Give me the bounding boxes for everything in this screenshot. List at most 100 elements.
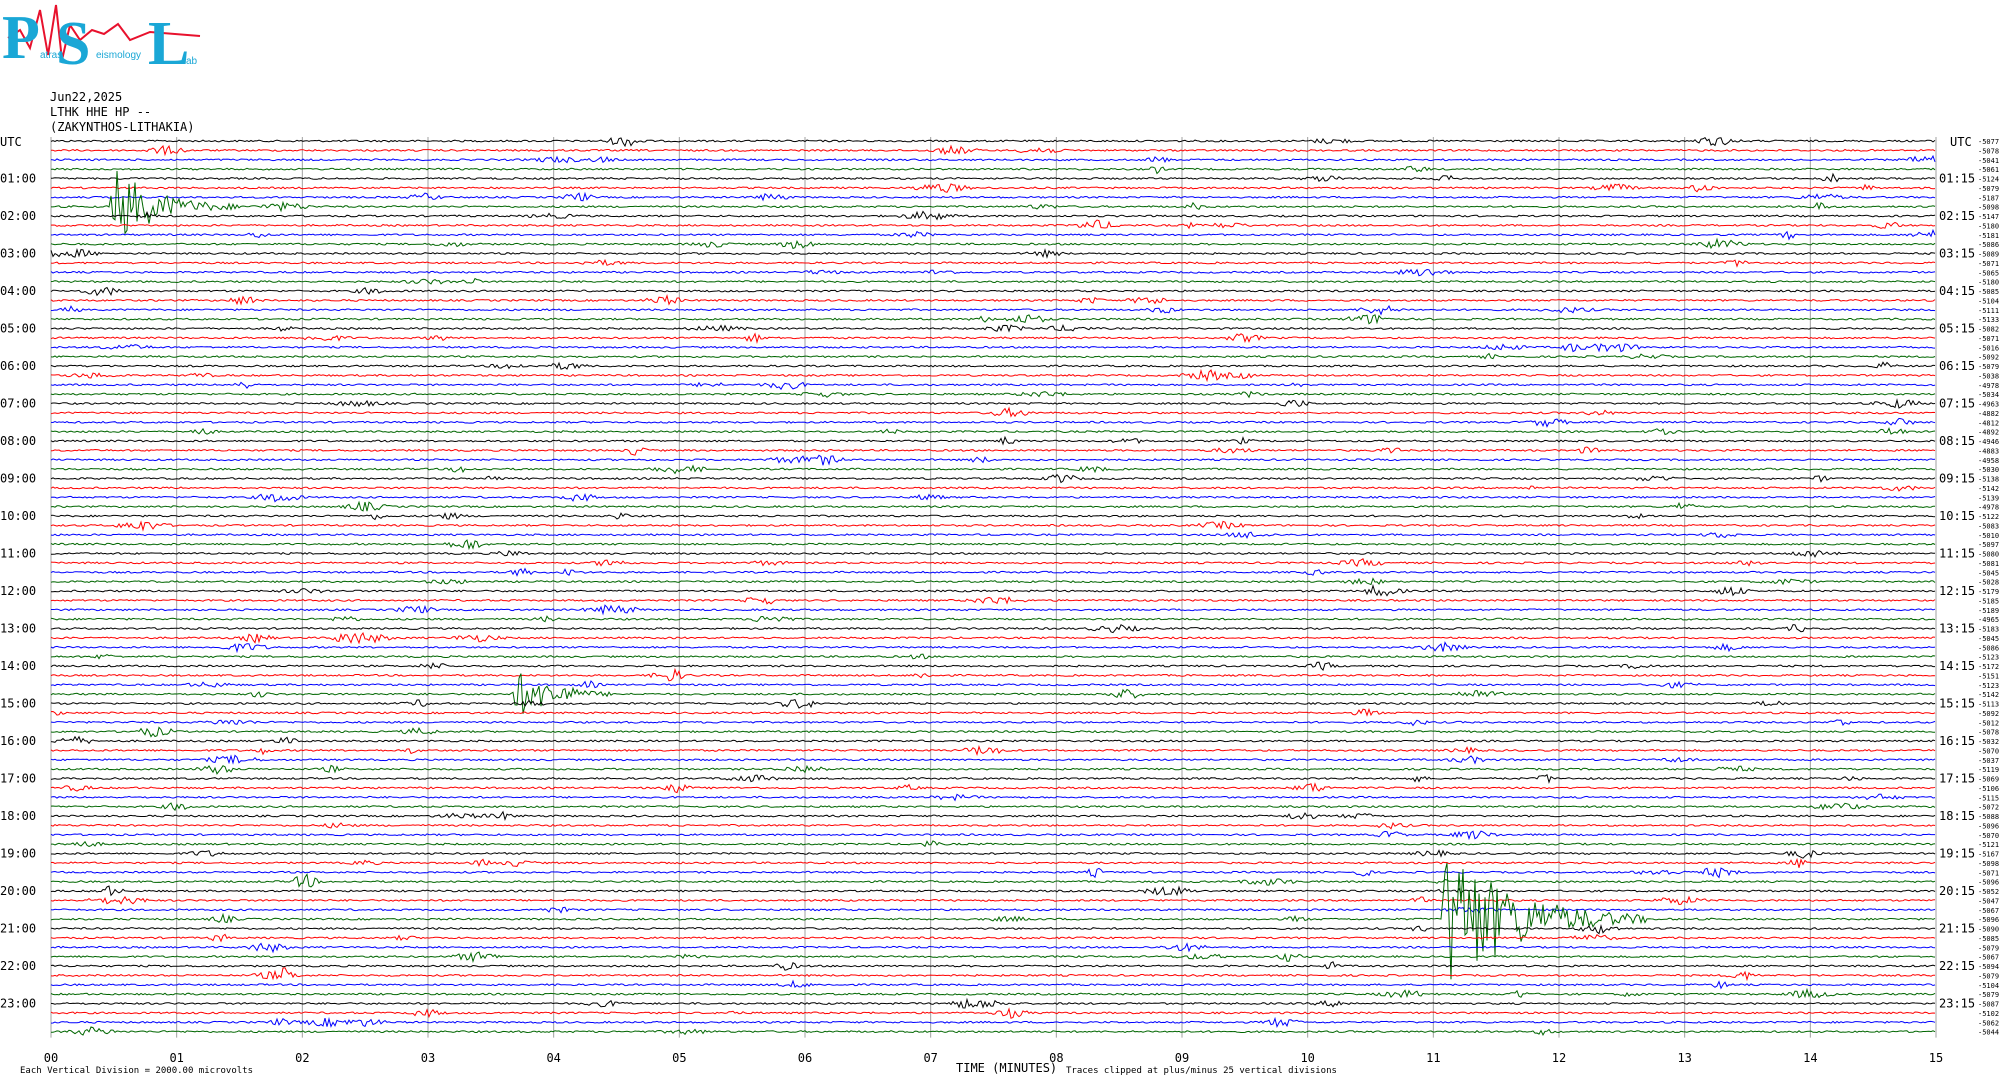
trace-22 (50, 343, 1936, 353)
offset-label-95: -5044 (1978, 1029, 1999, 1037)
trace-59 (50, 673, 1936, 714)
offset-label-37: -5142 (1978, 485, 1999, 493)
trace-69 (50, 782, 1936, 794)
trace-48 (51, 583, 1936, 597)
right-label-20:15: 20:15 (1939, 884, 1975, 898)
left-hour-labels: 01:00 02:00 03:00 04:00 05:00 06:00 07:00 08:00… (0, 172, 36, 1011)
left-label-11:00: 11:00 (0, 547, 36, 561)
trace-40 (50, 512, 1936, 521)
trace-0 (50, 137, 1936, 148)
trace-75 (51, 840, 1936, 848)
left-label-22:00: 22:00 (0, 959, 36, 973)
offset-label-1: -5078 (1978, 147, 1999, 155)
offset-label-53: -5045 (1978, 635, 1999, 643)
trace-79 (50, 872, 1936, 888)
x-tick-00: 00 (44, 1051, 58, 1065)
offset-label-2: -5041 (1978, 157, 1999, 165)
trace-1 (50, 144, 1936, 157)
offset-label-8: -5147 (1978, 213, 1999, 221)
offset-label-73: -5096 (1978, 822, 1999, 830)
trace-81 (50, 895, 1936, 906)
offset-label-5: -5079 (1978, 185, 1999, 193)
trace-10 (50, 228, 1936, 241)
trace-13 (50, 258, 1936, 268)
trace-28 (50, 398, 1936, 409)
trace-20 (50, 323, 1936, 333)
right-label-07:15: 07:15 (1939, 397, 1975, 411)
offset-label-80: -5052 (1978, 888, 1999, 896)
offset-label-88: -5094 (1978, 963, 1999, 971)
psl-logo: P S L atras eismology ab (2, 4, 201, 78)
trace-8 (50, 210, 1936, 221)
trace-62 (50, 719, 1936, 727)
trace-58 (50, 680, 1936, 689)
trace-41 (50, 520, 1936, 532)
offset-label-36: -5138 (1978, 476, 1999, 484)
left-label-12:00: 12:00 (0, 584, 36, 598)
trace-53 (50, 632, 1936, 645)
offset-label-42: -5010 (1978, 532, 1999, 540)
offset-label-39: -4978 (1978, 504, 1999, 512)
trace-31 (50, 427, 1936, 436)
trace-61 (50, 707, 1936, 717)
x-tick-13: 13 (1677, 1051, 1691, 1065)
left-label-01:00: 01:00 (0, 172, 36, 186)
trace-33 (50, 446, 1936, 456)
right-label-17:15: 17:15 (1939, 772, 1975, 786)
offset-label-51: -4965 (1978, 616, 1999, 624)
offset-label-61: -5092 (1978, 710, 1999, 718)
footer-scale-note: Each Vertical Division = 2000.00 microvo… (20, 1066, 253, 1076)
right-label-09:15: 09:15 (1939, 472, 1975, 486)
x-axis-label: TIME (MINUTES) (956, 1061, 1057, 1075)
trace-offset-labels: -5077-5078-5041-5061-5124-5079-5187-5098… (1978, 138, 1999, 1037)
trace-47 (50, 577, 1936, 586)
left-label-10:00: 10:00 (0, 509, 36, 523)
trace-57 (50, 667, 1936, 682)
trace-54 (50, 641, 1936, 654)
trace-87 (50, 951, 1936, 964)
trace-51 (50, 615, 1936, 623)
trace-76 (51, 849, 1936, 859)
offset-label-87: -5067 (1978, 954, 1999, 962)
left-label-18:00: 18:00 (0, 809, 36, 823)
x-tick-01: 01 (169, 1051, 183, 1065)
trace-18 (50, 304, 1936, 316)
trace-52 (50, 624, 1936, 634)
left-label-21:00: 21:00 (0, 922, 36, 936)
trace-80 (50, 885, 1936, 897)
trace-64 (50, 735, 1936, 745)
offset-label-23: -5092 (1978, 354, 1999, 362)
offset-label-25: -5038 (1978, 372, 1999, 380)
offset-label-4: -5124 (1978, 176, 1999, 184)
x-tick-03: 03 (421, 1051, 435, 1065)
offset-label-32: -4946 (1978, 438, 1999, 446)
trace-82 (50, 906, 1936, 914)
offset-label-18: -5111 (1978, 307, 1999, 315)
trace-86 (50, 942, 1936, 954)
offset-label-22: -5016 (1978, 344, 1999, 352)
offset-label-46: -5045 (1978, 569, 1999, 577)
trace-17 (50, 294, 1936, 306)
logo-word-eismology: eismology (96, 50, 141, 61)
offset-label-47: -5028 (1978, 579, 1999, 587)
left-label-17:00: 17:00 (0, 772, 36, 786)
offset-label-76: -5167 (1978, 851, 1999, 859)
trace-12 (50, 247, 1936, 259)
offset-label-27: -5034 (1978, 391, 1999, 399)
offset-label-71: -5072 (1978, 804, 1999, 812)
trace-84 (50, 924, 1936, 935)
x-tick-12: 12 (1552, 1051, 1566, 1065)
right-label-11:15: 11:15 (1939, 547, 1975, 561)
right-hour-labels: 01:15 02:15 03:15 04:15 05:15 06:15 07:15 08:15… (1939, 172, 1975, 1011)
trace-7 (51, 170, 1936, 235)
offset-label-13: -5071 (1978, 260, 1999, 268)
trace-56 (50, 661, 1935, 672)
offset-label-84: -5090 (1978, 926, 1999, 934)
right-label-22:15: 22:15 (1939, 959, 1975, 973)
left-label-07:00: 07:00 (0, 397, 36, 411)
trace-4 (50, 172, 1936, 183)
offset-label-56: -5172 (1978, 663, 1999, 671)
offset-label-85: -5085 (1978, 935, 1999, 943)
offset-label-44: -5080 (1978, 551, 1999, 559)
left-label-06:00: 06:00 (0, 359, 36, 373)
